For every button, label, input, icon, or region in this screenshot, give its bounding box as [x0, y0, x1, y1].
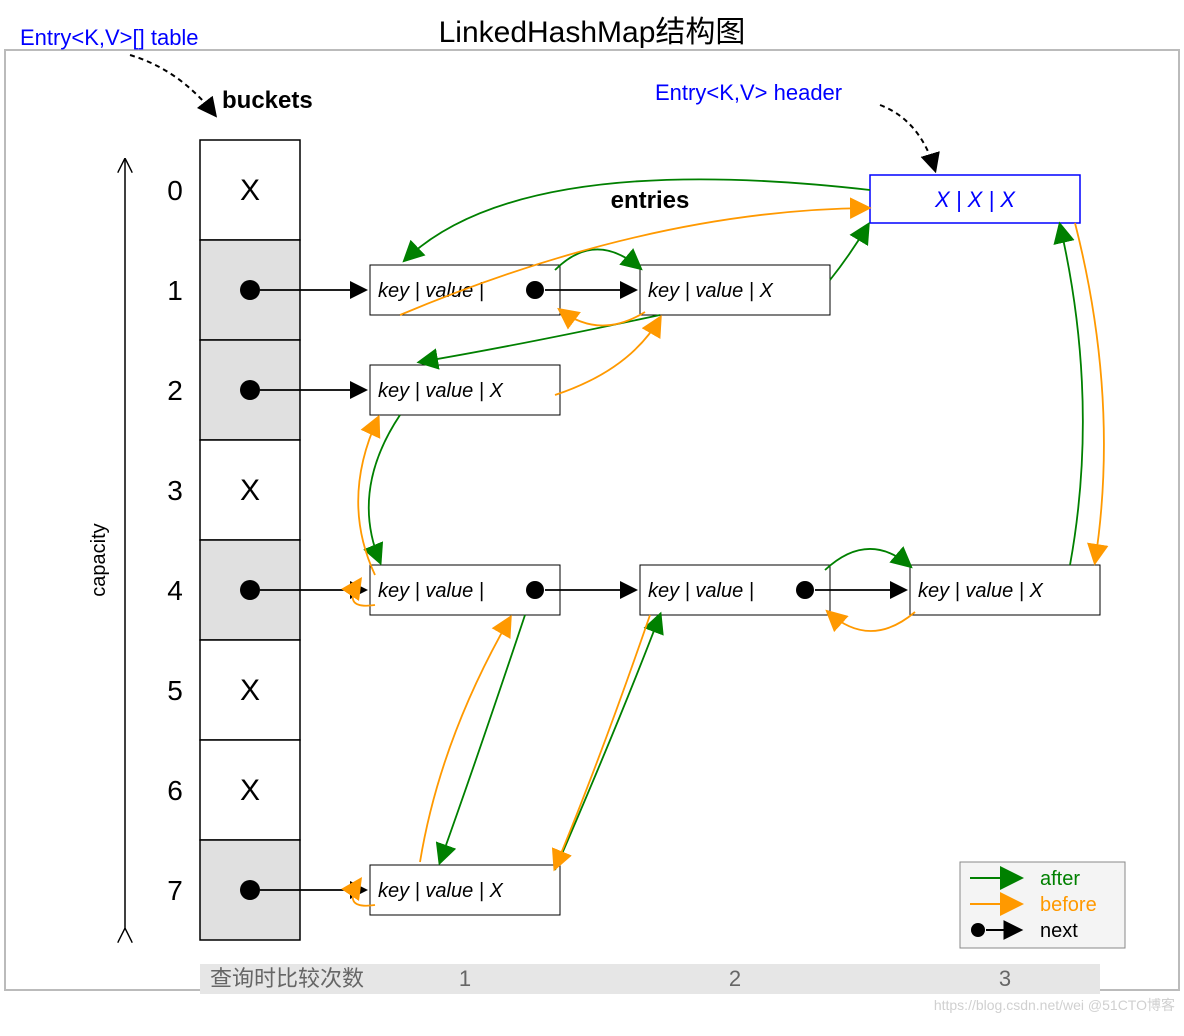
legend: after before next: [960, 862, 1125, 948]
svg-text:key | value | X: key | value | X: [648, 280, 774, 302]
svg-text:1: 1: [459, 966, 471, 991]
entry-7a: key | value | X: [370, 865, 560, 915]
diagram-canvas: LinkedHashMap结构图 Entry<K,V>[] table Entr…: [0, 0, 1184, 1036]
svg-text:3: 3: [999, 966, 1011, 991]
svg-text:key | value | X: key | value | X: [378, 880, 504, 902]
entry-4a: key | value |: [370, 565, 560, 615]
capacity-arrow: capacity: [88, 160, 125, 930]
svg-text:X: X: [240, 174, 260, 207]
svg-text:7: 7: [167, 875, 183, 906]
svg-text:X: X: [240, 774, 260, 807]
svg-text:after: after: [1040, 868, 1080, 890]
bucket-indices: 0 1 2 3 4 5 6 7: [167, 175, 183, 906]
svg-text:X: X: [240, 474, 260, 507]
svg-text:0: 0: [167, 175, 183, 206]
diagram-title: LinkedHashMap结构图: [439, 16, 746, 49]
table-label: Entry<K,V>[] table: [20, 25, 199, 50]
footer-bar: 查询时比较次数 1 2 3: [200, 964, 1100, 994]
entry-4b: key | value |: [640, 565, 830, 615]
svg-text:2: 2: [167, 375, 183, 406]
svg-text:4: 4: [167, 575, 183, 606]
entry-4c: key | value | X: [910, 565, 1100, 615]
header-node: X | X | X: [870, 175, 1080, 223]
entry-2a: key | value | X: [370, 365, 560, 415]
svg-text:查询时比较次数: 查询时比较次数: [210, 966, 364, 991]
svg-text:before: before: [1040, 894, 1097, 916]
svg-text:key | value |: key | value |: [378, 580, 484, 602]
entry-1b: key | value | X: [640, 265, 830, 315]
entries-label: entries: [611, 187, 690, 214]
svg-text:5: 5: [167, 675, 183, 706]
svg-text:3: 3: [167, 475, 183, 506]
svg-text:capacity: capacity: [88, 523, 110, 596]
svg-text:key | value |: key | value |: [378, 280, 484, 302]
svg-text:key | value |: key | value |: [648, 580, 754, 602]
watermark: https://blog.csdn.net/wei @51CTO博客: [934, 997, 1175, 1013]
svg-text:1: 1: [167, 275, 183, 306]
svg-text:key | value | X: key | value | X: [918, 580, 1044, 602]
buckets-label: buckets: [222, 87, 313, 114]
svg-text:6: 6: [167, 775, 183, 806]
svg-text:X | X | X: X | X | X: [934, 187, 1016, 212]
svg-text:2: 2: [729, 966, 741, 991]
header-label: Entry<K,V> header: [655, 80, 842, 105]
svg-text:next: next: [1040, 920, 1078, 942]
bucket-array: [200, 140, 300, 940]
table-pointer: [130, 55, 215, 115]
svg-text:X: X: [240, 674, 260, 707]
header-pointer: [880, 105, 935, 170]
svg-text:key | value | X: key | value | X: [378, 380, 504, 402]
